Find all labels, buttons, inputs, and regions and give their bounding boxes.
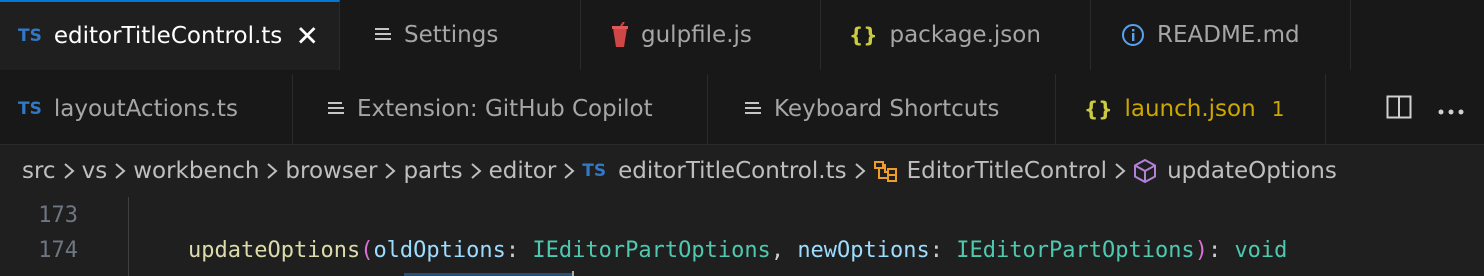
breadcrumb-method[interactable]: updateOptions: [1133, 158, 1337, 184]
document-lines-icon: [327, 101, 345, 117]
keyboard-shortcuts-lines-icon: [744, 101, 762, 117]
chevron-right-icon: [470, 161, 482, 181]
chevron-right-icon: [266, 161, 278, 181]
tab-label: package.json: [889, 22, 1041, 48]
breadcrumb-editor[interactable]: editor: [489, 158, 557, 184]
indent-guide: [128, 197, 129, 276]
tab-settings[interactable]: Settings: [340, 0, 581, 70]
token-param: oldOptions: [373, 238, 506, 263]
typescript-file-icon: TS: [582, 161, 607, 181]
token-type: IEditorPartOptions: [956, 238, 1195, 263]
breadcrumb: src vs workbench browser parts editor TS…: [0, 145, 1484, 197]
chevron-right-icon: [854, 161, 866, 181]
token-return-type: void: [1234, 238, 1288, 263]
token-punctuation: :: [929, 238, 957, 263]
chevron-right-icon: [1114, 161, 1126, 181]
token-param: newOptions: [797, 238, 930, 263]
token-paren: (: [360, 238, 374, 263]
more-actions-icon[interactable]: [1438, 100, 1464, 119]
breadcrumb-src[interactable]: src: [22, 158, 56, 184]
close-icon[interactable]: ✕: [296, 20, 319, 53]
breadcrumb-class[interactable]: EditorTitleControl: [873, 158, 1108, 184]
tab-label: gulpfile.js: [641, 22, 752, 48]
tab-label: layoutActions.ts: [53, 96, 238, 122]
token-function: updateOptions: [188, 238, 361, 263]
token-punctuation: :: [1207, 238, 1235, 263]
token-punctuation: ,: [770, 238, 798, 263]
tab-label: Settings: [404, 22, 499, 48]
tab-bar-row-2: TS layoutActions.ts Extension: GitHub Co…: [0, 74, 1484, 145]
tab-label: launch.json: [1124, 96, 1256, 122]
token-paren: ): [1194, 238, 1208, 263]
tab-label: editorTitleControl.ts: [53, 23, 283, 49]
tab-package-json[interactable]: {} package.json: [821, 0, 1091, 70]
editor-actions: [1326, 74, 1484, 144]
gulp-icon: [611, 22, 629, 48]
breadcrumb-method-label: updateOptions: [1167, 158, 1337, 184]
tab-launch-json[interactable]: {} launch.json 1: [1056, 74, 1326, 144]
token-type: IEditorPartOptions: [532, 238, 771, 263]
breadcrumb-file[interactable]: TS editorTitleControl.ts: [582, 158, 846, 184]
symbol-method-icon: [1133, 158, 1157, 184]
tab-gulpfile-js[interactable]: gulpfile.js: [581, 0, 821, 70]
tab-editor-title-control-ts[interactable]: TS editorTitleControl.ts ✕: [0, 0, 340, 70]
chevron-right-icon: [63, 161, 75, 181]
tab-extension-github-copilot[interactable]: Extension: GitHub Copilot: [293, 74, 708, 144]
tab-label: Extension: GitHub Copilot: [357, 96, 653, 122]
problems-count-badge: 1: [1271, 97, 1285, 121]
token-punctuation: :: [505, 238, 533, 263]
code-line-174[interactable]: updateOptions(oldOptions: IEditorPartOpt…: [188, 238, 1287, 263]
tab-label: README.md: [1157, 22, 1300, 48]
text-cursor: [572, 271, 574, 276]
tab-layout-actions-ts[interactable]: TS layoutActions.ts: [0, 74, 293, 144]
chevron-right-icon: [563, 161, 575, 181]
json-file-icon: {}: [1084, 97, 1113, 121]
settings-lines-icon: [374, 27, 392, 43]
breadcrumb-workbench[interactable]: workbench: [133, 158, 259, 184]
line-number: 174: [38, 238, 78, 263]
info-icon: [1121, 23, 1145, 47]
breadcrumb-class-label: EditorTitleControl: [906, 158, 1108, 184]
json-file-icon: {}: [849, 23, 878, 47]
breadcrumb-browser[interactable]: browser: [285, 158, 377, 184]
breadcrumb-vs[interactable]: vs: [82, 158, 108, 184]
tab-readme-md[interactable]: README.md: [1091, 0, 1351, 70]
tab-label: Keyboard Shortcuts: [774, 96, 1000, 122]
symbol-class-icon: [873, 159, 899, 183]
breadcrumb-parts[interactable]: parts: [403, 158, 462, 184]
tab-bar-row-1: TS editorTitleControl.ts ✕ Settings gulp…: [0, 0, 1484, 71]
code-editor[interactable]: 173 174 updateOptions(oldOptions: IEdito…: [0, 197, 1484, 276]
typescript-file-icon: TS: [18, 99, 42, 119]
breadcrumb-file-label: editorTitleControl.ts: [618, 158, 847, 184]
split-editor-icon[interactable]: [1386, 95, 1412, 123]
line-number: 173: [38, 203, 78, 228]
tab-keyboard-shortcuts[interactable]: Keyboard Shortcuts: [708, 74, 1056, 144]
chevron-right-icon: [114, 161, 126, 181]
typescript-file-icon: TS: [18, 26, 42, 46]
chevron-right-icon: [384, 161, 396, 181]
